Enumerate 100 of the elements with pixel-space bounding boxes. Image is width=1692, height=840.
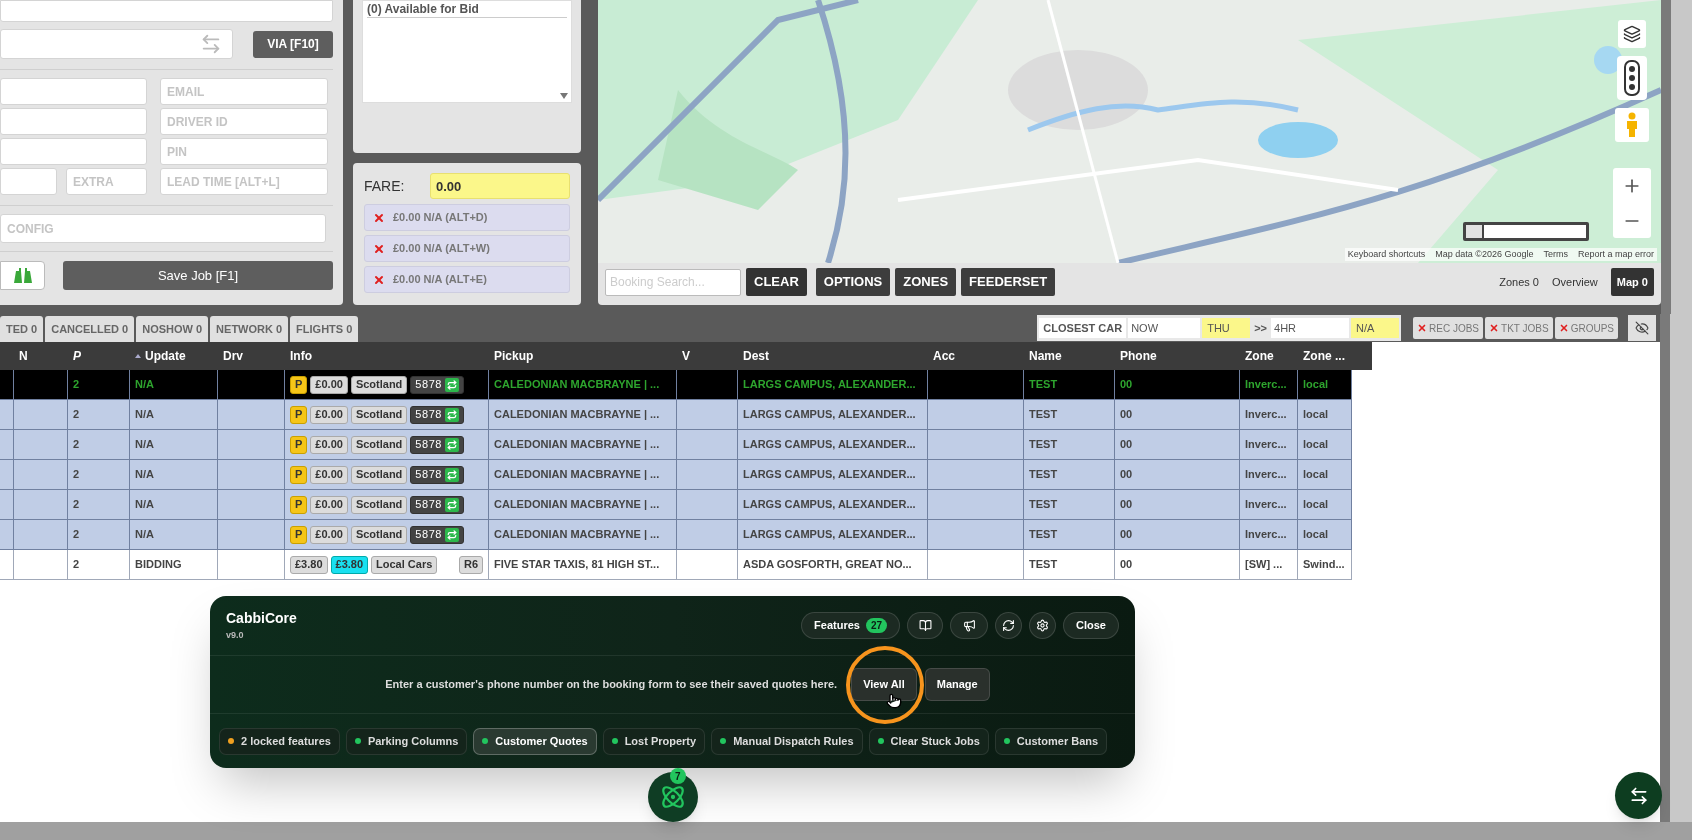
repeat-icon — [445, 437, 459, 452]
panel-title: CabbiCore — [226, 609, 297, 629]
map-attribution-link[interactable]: Report a map error — [1577, 247, 1654, 261]
map-toolbar-button[interactable]: OPTIONS — [815, 268, 891, 296]
column-header[interactable]: Acc — [928, 342, 1024, 370]
table-cell: N/A — [130, 430, 218, 459]
table-cell: TEST — [1024, 550, 1115, 579]
settings-button[interactable] — [1029, 612, 1057, 639]
map-layers-button[interactable] — [1618, 20, 1646, 48]
column-header[interactable]: Dest — [738, 342, 928, 370]
table-cell: 2 — [68, 400, 130, 429]
status-tab[interactable]: NOSHOW 0 — [136, 316, 209, 342]
column-header[interactable]: Zone ... — [1298, 342, 1352, 370]
map-status-text: Zones 0 — [1499, 274, 1539, 290]
fare-field[interactable]: 0.00 — [430, 173, 570, 199]
text-field[interactable] — [0, 78, 147, 105]
via-address-field[interactable] — [0, 29, 233, 59]
job-row[interactable]: 2 N/A P £0.00 Scotland 5878 CALEDONIAN MACBRAYNE | ... LARGS CAMPUS, ALEXANDER... TEST 00 Inverc... local — [0, 460, 1352, 490]
address-field[interactable] — [0, 0, 333, 22]
traffic-button[interactable] — [1617, 56, 1647, 100]
bid-list-item[interactable]: (0) Available for Bid — [367, 1, 567, 18]
table-cell: 00 — [1115, 550, 1240, 579]
feature-chip[interactable]: Clear Stuck Jobs — [868, 727, 989, 755]
feature-chip[interactable]: Manual Dispatch Rules — [711, 727, 863, 755]
feature-chip[interactable]: 2 locked features — [219, 727, 340, 755]
config-field[interactable]: CONFIG — [0, 214, 326, 243]
close-button[interactable]: Close — [1063, 612, 1119, 639]
filter-toggle[interactable]: TKT JOBS — [1485, 317, 1553, 339]
column-header[interactable]: Info — [285, 342, 489, 370]
column-header[interactable]: Update — [130, 342, 218, 370]
text-field[interactable]: DRIVER ID — [160, 108, 328, 135]
closest-car-label[interactable]: CLOSEST CAR — [1039, 318, 1127, 338]
day-field[interactable]: N/A — [1351, 318, 1400, 338]
text-field[interactable] — [0, 168, 57, 195]
table-cell: N/A — [130, 490, 218, 519]
street-view-button[interactable] — [1615, 108, 1649, 142]
status-tab[interactable]: FLIGHTS 0 — [290, 316, 359, 342]
lead-time-field[interactable]: LEAD TIME [ALT+L] — [160, 168, 328, 195]
map-attribution-link[interactable]: Terms — [1543, 247, 1568, 261]
status-tab[interactable]: TED 0 — [0, 316, 44, 342]
map-attribution-link[interactable]: Keyboard shortcuts — [1347, 247, 1426, 261]
traffic-light-icon — [1624, 60, 1640, 96]
job-row[interactable]: 2 N/A P £0.00 Scotland 5878 CALEDONIAN MACBRAYNE | ... LARGS CAMPUS, ALEXANDER... TEST 00 Inverc... local — [0, 490, 1352, 520]
map-toolbar-button[interactable]: CLEAR — [746, 268, 807, 296]
column-header[interactable]: Phone — [1115, 342, 1240, 370]
column-header[interactable]: Pickup — [489, 342, 677, 370]
find-button[interactable] — [0, 261, 45, 290]
table-cell: N/A — [130, 460, 218, 489]
via-button[interactable]: VIA [F10] — [253, 30, 333, 58]
table-cell: local — [1298, 520, 1352, 549]
day-field[interactable]: THU — [1202, 318, 1251, 338]
car-tag: 5878 — [410, 375, 464, 394]
column-header[interactable]: Name — [1024, 342, 1115, 370]
panel-action-button[interactable]: Manage — [924, 668, 990, 701]
column-header[interactable]: Drv — [218, 342, 285, 370]
map-count-button[interactable]: Map 0 — [1610, 268, 1654, 296]
to-time-field[interactable]: 4HR — [1271, 318, 1350, 338]
fare-label: FARE: — [364, 176, 405, 196]
save-job-button[interactable]: Save Job [F1] — [63, 261, 333, 290]
map-attribution-link[interactable]: Map data ©2026 Google — [1435, 247, 1534, 261]
column-header[interactable]: Zone — [1240, 342, 1298, 370]
map-toolbar-button[interactable]: ZONES — [895, 268, 957, 296]
job-row[interactable]: 2 N/A P £0.00 Scotland 5878 CALEDONIAN MACBRAYNE | ... LARGS CAMPUS, ALEXANDER... TEST 00 Inverc... local — [0, 370, 1352, 400]
job-row[interactable]: 2 N/A P £0.00 Scotland 5878 CALEDONIAN MACBRAYNE | ... LARGS CAMPUS, ALEXANDER... TEST 00 Inverc... local — [0, 400, 1352, 430]
horizontal-scrollbar[interactable] — [0, 822, 1692, 840]
status-tab[interactable]: CANCELLED 0 — [45, 316, 135, 342]
map-toolbar-button[interactable]: FEEDERSET — [961, 268, 1056, 296]
feature-chip[interactable]: Customer Bans — [994, 727, 1108, 755]
feature-chip[interactable]: Parking Columns — [345, 727, 468, 755]
remove-icon[interactable] — [373, 273, 385, 286]
hide-button[interactable] — [1628, 315, 1656, 341]
text-field[interactable]: EMAIL — [160, 78, 328, 105]
remove-icon[interactable] — [373, 242, 385, 255]
extra-field[interactable]: EXTRA — [66, 168, 147, 195]
column-header[interactable]: V — [677, 342, 738, 370]
column-header[interactable]: N — [14, 342, 68, 370]
refresh-button[interactable] — [995, 612, 1023, 639]
swap-icon[interactable] — [200, 33, 222, 55]
slider-fill[interactable] — [1466, 225, 1484, 238]
table-cell: Inverc... — [1240, 490, 1298, 519]
remove-icon[interactable] — [373, 211, 385, 224]
panel-action-button[interactable]: View All — [851, 668, 917, 701]
features-button[interactable]: Features 27 — [801, 612, 901, 639]
filter-toggle[interactable]: REC JOBS — [1413, 317, 1484, 339]
filter-toggle[interactable]: GROUPS — [1554, 317, 1618, 339]
text-field[interactable] — [0, 108, 147, 135]
remove-icon — [1417, 323, 1428, 333]
status-tab[interactable]: NETWORK 0 — [210, 316, 289, 342]
text-field[interactable]: PIN — [160, 138, 328, 165]
from-time-field[interactable]: NOW — [1128, 318, 1201, 338]
text-field[interactable] — [0, 138, 147, 165]
announce-button[interactable] — [950, 612, 989, 639]
job-row[interactable]: 2 N/A P £0.00 Scotland 5878 CALEDONIAN MACBRAYNE | ... LARGS CAMPUS, ALEXANDER... TEST 00 Inverc... local — [0, 520, 1352, 550]
column-header[interactable]: P — [68, 342, 130, 370]
job-row[interactable]: 2 BIDDING £3.80 £3.80 Local Cars R6 FIVE STAR TAXIS, 81 HIGH ST... ASDA GOSFORTH, GREAT NO... TEST 00 [SW] ... Swind... — [0, 550, 1352, 580]
job-row[interactable]: 2 N/A P £0.00 Scotland 5878 CALEDONIAN MACBRAYNE | ... LARGS CAMPUS, ALEXANDER... TEST 00 Inverc... local — [0, 430, 1352, 460]
feature-chip[interactable]: Customer Quotes — [473, 727, 597, 755]
docs-button[interactable] — [907, 612, 944, 639]
feature-chip[interactable]: Lost Property — [602, 727, 706, 755]
table-cell: 00 — [1115, 430, 1240, 459]
